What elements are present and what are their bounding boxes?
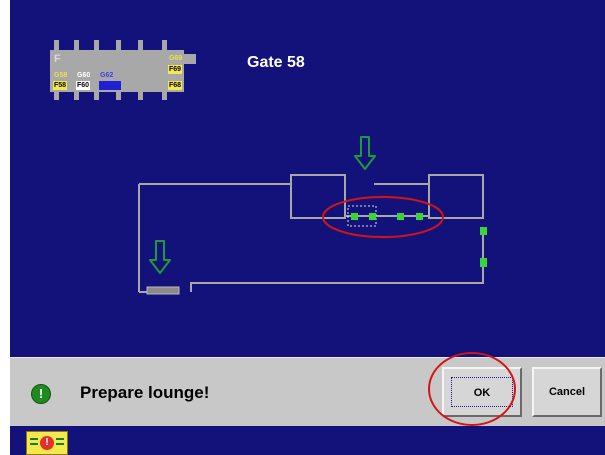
marker-3	[397, 213, 404, 220]
alert-panel-icon[interactable]: !	[26, 431, 68, 455]
status-message: Prepare lounge!	[80, 383, 210, 402]
exclamation-icon: !	[31, 384, 51, 404]
gate-block-left	[290, 174, 346, 219]
marker-4	[416, 213, 423, 220]
alert-pill: !	[40, 436, 54, 450]
path-bottom-right	[190, 232, 484, 292]
marker-1	[351, 213, 358, 220]
cancel-button[interactable]: Cancel	[532, 367, 602, 417]
gate-layout-diagram	[138, 136, 487, 295]
bridge-segment	[146, 286, 180, 295]
marker-right-bottom	[480, 258, 487, 267]
arrow-down-icon-top	[354, 136, 376, 170]
marker-2	[369, 213, 376, 220]
gate-screen: F G58 G60 G62 G69 F58 F60 F69 F68 Gate 5…	[10, 0, 605, 455]
gate-block-right	[428, 174, 484, 219]
marker-right-top	[480, 227, 487, 235]
arrow-down-icon-left	[149, 240, 171, 274]
ok-highlight-ellipse	[428, 352, 516, 426]
